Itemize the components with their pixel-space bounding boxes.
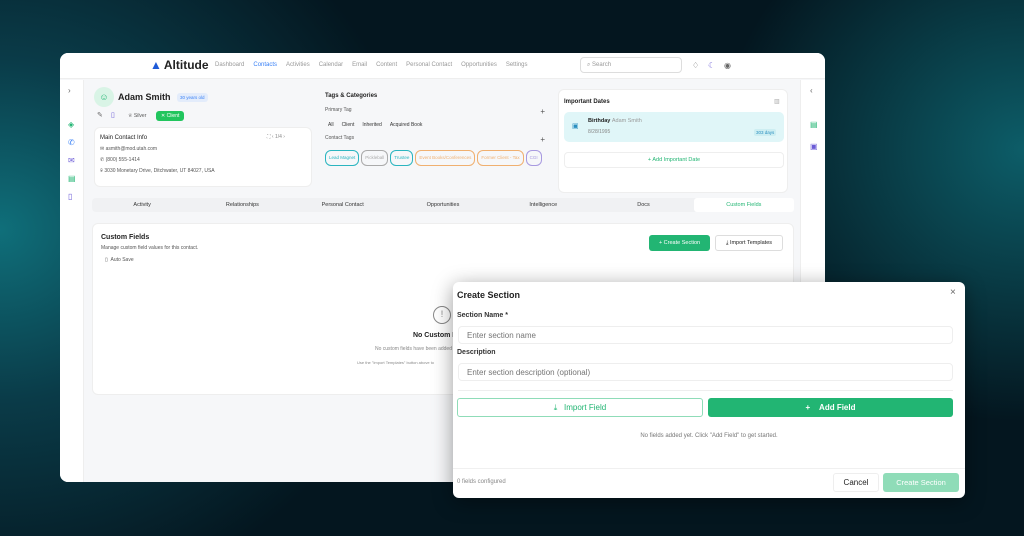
contact-tag[interactable]: Event Books/Conferences <box>415 149 476 166</box>
tab[interactable]: Personal Contact <box>293 198 393 212</box>
nav-item[interactable]: Settings <box>506 62 528 68</box>
nav-item[interactable]: Dashboard <box>215 62 244 68</box>
phone[interactable]: ✆ (800) 555-1414 <box>100 157 140 163</box>
section-name-input[interactable] <box>458 326 953 344</box>
search-input[interactable]: ⌕ Search <box>580 57 682 73</box>
contact-tag[interactable]: Lead Magnet <box>325 149 360 166</box>
tag-filter[interactable]: Inherited <box>362 122 381 128</box>
address: ⌾ 3030 Monetary Drive, Ditchwater, UT 84… <box>100 168 215 174</box>
divider <box>453 468 965 469</box>
main-contact-card: Main Contact Info ⛶ ‹ 1/4 › ✉ asmith@mod… <box>94 127 312 187</box>
tag-filter[interactable]: All <box>328 122 334 128</box>
logo[interactable]: ▲ Altitude <box>150 58 209 72</box>
moon-icon[interactable]: ☾ <box>708 61 715 70</box>
cake-icon: ▣ <box>572 123 579 130</box>
close-icon[interactable]: × <box>950 287 956 298</box>
tab[interactable]: Activity <box>92 198 192 212</box>
status-badge[interactable]: ✕ Client <box>156 111 185 121</box>
import-field-button[interactable]: ⤓ Import Field <box>457 398 703 417</box>
nav-item[interactable]: Content <box>376 62 397 68</box>
main-nav: Dashboard Contacts Activities Calendar Email… <box>215 62 528 68</box>
tag-icon[interactable]: ◈ <box>68 120 74 129</box>
tab[interactable]: Opportunities <box>393 198 493 212</box>
contact-tag[interactable]: Trustee <box>390 149 414 166</box>
pager[interactable]: ⛶ ‹ 1/4 › <box>267 134 285 140</box>
important-dates-card: Important Dates ▥ ▣ Birthday Adam Smith … <box>558 89 788 193</box>
edit-icon[interactable]: ✎ <box>97 111 103 119</box>
avatar: ☺ <box>94 87 114 107</box>
calendar-icon[interactable]: ▤ <box>68 174 76 183</box>
add-contact-tag-icon[interactable]: + <box>540 135 545 144</box>
document-icon[interactable]: ▯ <box>68 192 72 201</box>
nav-item[interactable]: Activities <box>286 62 310 68</box>
notes-icon[interactable]: ▤ <box>810 120 818 129</box>
create-section-modal: Create Section × Section Name * Descript… <box>453 282 965 498</box>
left-sidebar: › ◈ ✆ ✉ ▤ ▯ <box>60 80 84 482</box>
mail-icon[interactable]: ✉ <box>68 156 75 165</box>
tab-bar: Activity Relationships Personal Contact Opp… <box>92 198 794 212</box>
tag-filter[interactable]: Client <box>342 122 355 128</box>
logo-icon: ▲ <box>150 58 162 72</box>
tab[interactable]: Intelligence <box>493 198 593 212</box>
tag-filter[interactable]: Acquired Book <box>390 122 423 128</box>
nav-item[interactable]: Email <box>352 62 367 68</box>
top-bar: ▲ Altitude Dashboard Contacts Activities Cal… <box>60 53 825 79</box>
date-item[interactable]: ▣ Birthday Adam Smith 8/28/1995 303 days <box>564 112 784 142</box>
email[interactable]: ✉ asmith@mod.utah.com <box>100 146 157 152</box>
divider <box>458 390 953 391</box>
alert-icon: ! <box>433 306 451 324</box>
calendar-icon[interactable]: ▣ <box>810 142 818 151</box>
add-field-button[interactable]: + Add Field <box>708 398 953 417</box>
bell-icon[interactable]: ♢ <box>692 61 699 70</box>
add-primary-tag-icon[interactable]: + <box>540 107 545 116</box>
trash-icon[interactable]: ▥ <box>774 98 780 105</box>
age-badge: 30 years old <box>177 93 208 102</box>
phone-icon[interactable]: ✆ <box>68 138 75 147</box>
user-icon[interactable]: ◉ <box>724 61 731 70</box>
create-section-submit-button[interactable]: Create Section <box>883 473 959 492</box>
nav-item[interactable]: Calendar <box>319 62 343 68</box>
cancel-button[interactable]: Cancel <box>833 473 879 492</box>
tab[interactable]: Custom Fields <box>693 198 794 212</box>
nav-item[interactable]: Opportunities <box>461 62 497 68</box>
create-section-button[interactable]: + Create Section <box>649 235 710 251</box>
nav-item[interactable]: Contacts <box>253 62 277 68</box>
contact-name: Adam Smith <box>118 92 171 102</box>
import-templates-button[interactable]: ⤓ Import Templates <box>715 235 783 251</box>
autosave-toggle[interactable]: ▯ Auto Save <box>105 257 134 263</box>
tab[interactable]: Relationships <box>192 198 292 212</box>
section-description-input[interactable] <box>458 363 953 381</box>
collapse-icon[interactable]: ‹ <box>810 86 813 95</box>
tier-label: ♕ Silver <box>128 113 147 119</box>
contact-tag[interactable]: Former Client - Tax <box>477 149 524 166</box>
contact-tag[interactable]: Pickleball <box>361 149 389 166</box>
nav-item[interactable]: Personal Contact <box>406 62 452 68</box>
expand-icon[interactable]: › <box>68 86 71 95</box>
file-icon[interactable]: ▯ <box>111 111 115 119</box>
tags-section: Tags & Categories Primary Tag + All Client… <box>325 93 545 166</box>
contact-tag[interactable]: CGI <box>525 149 542 166</box>
add-date-button[interactable]: + Add Important Date <box>564 152 784 168</box>
tab[interactable]: Docs <box>593 198 693 212</box>
